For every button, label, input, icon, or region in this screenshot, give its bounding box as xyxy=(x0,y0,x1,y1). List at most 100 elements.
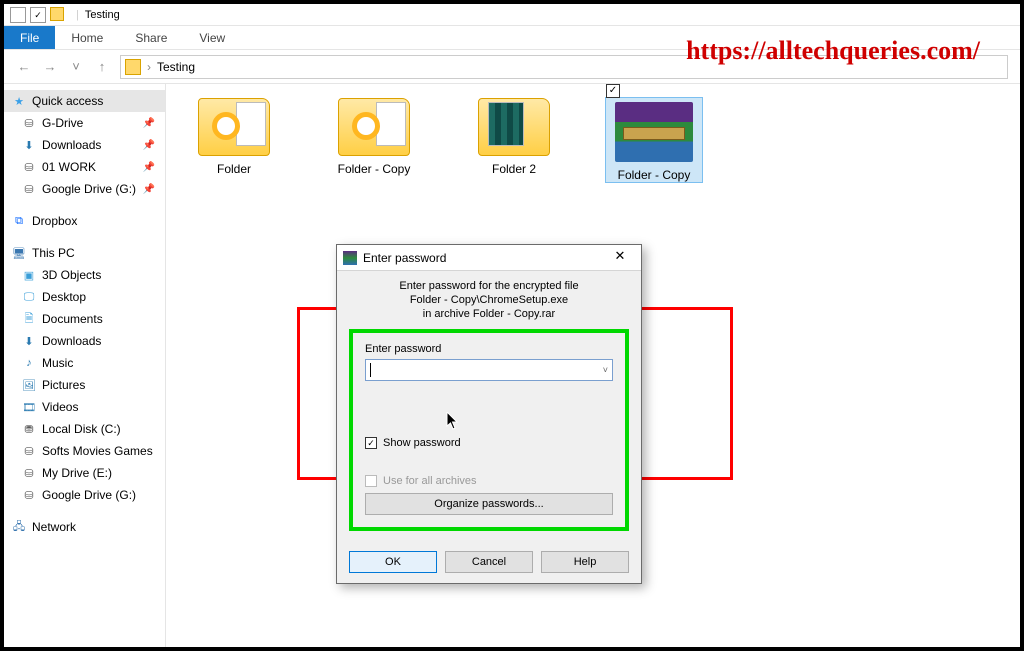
organize-passwords-button[interactable]: Organize passwords... xyxy=(365,493,613,515)
folder-icon xyxy=(338,98,410,156)
sidebar-item-label: My Drive (E:) xyxy=(42,466,112,480)
chevron-right-icon: › xyxy=(147,60,151,74)
sidebar-item-label: Pictures xyxy=(42,378,85,392)
sidebar-item-downloads2[interactable]: ⬇Downloads xyxy=(4,330,165,352)
dropbox-icon: ⧉ xyxy=(12,214,26,228)
msg-line: Folder - Copy\ChromeSetup.exe xyxy=(349,293,629,307)
tab-share[interactable]: Share xyxy=(119,26,183,49)
breadcrumb-item[interactable]: Testing xyxy=(157,60,195,74)
checkbox-label: Show password xyxy=(383,437,461,449)
drive-icon: ⛁ xyxy=(22,160,36,174)
sidebar-item-label: Desktop xyxy=(42,290,86,304)
sidebar-item-gdrive[interactable]: ⛁G-Drive📌 xyxy=(4,112,165,134)
window-titlebar: ✓ | Testing xyxy=(4,4,1020,26)
folder-item[interactable]: Folder 2 xyxy=(466,98,562,182)
chevron-down-icon[interactable]: ˅ xyxy=(603,365,608,375)
download-icon: ⬇ xyxy=(22,138,36,152)
dialog-titlebar[interactable]: Enter password ✕ xyxy=(337,245,641,271)
cancel-button[interactable]: Cancel xyxy=(445,551,533,573)
up-button[interactable]: ↑ xyxy=(94,59,110,75)
sidebar-item-softs[interactable]: ⛁Softs Movies Games xyxy=(4,440,165,462)
password-dialog: Enter password ✕ Enter password for the … xyxy=(336,244,642,584)
sidebar-item-mydrive[interactable]: ⛁ My Drive (E:) xyxy=(4,462,165,484)
tab-view[interactable]: View xyxy=(183,26,241,49)
dialog-title: Enter password xyxy=(363,251,446,265)
msg-line: in archive Folder - Copy.rar xyxy=(349,307,629,321)
sidebar-item-01work[interactable]: ⛁ 01 WORK 📌 xyxy=(4,156,165,178)
music-icon: ♪ xyxy=(22,356,36,370)
file-label: Folder 2 xyxy=(466,162,562,176)
recent-dropdown[interactable]: ˅ xyxy=(68,59,84,75)
cursor-icon xyxy=(446,412,460,430)
qat-button[interactable]: ✓ xyxy=(30,7,46,23)
pin-icon: 📌 xyxy=(143,140,155,151)
password-input[interactable]: ˅ xyxy=(365,359,613,381)
sidebar-item-gdrive2[interactable]: ⛁ Google Drive (G:) xyxy=(4,484,165,506)
folder-item[interactable]: Folder - Copy xyxy=(326,98,422,182)
sidebar-item-label: Google Drive (G:) xyxy=(42,488,136,502)
sidebar-item-pictures[interactable]: 🖼 Pictures xyxy=(4,374,165,396)
tab-home[interactable]: Home xyxy=(55,26,119,49)
desktop-icon: 🖵 xyxy=(22,290,36,304)
file-label: Folder xyxy=(186,162,282,176)
sidebar-item-music[interactable]: ♪ Music xyxy=(4,352,165,374)
sidebar-quick-access[interactable]: ★ Quick access xyxy=(4,90,165,112)
file-label: Folder - Copy xyxy=(326,162,422,176)
sidebar-item-downloads[interactable]: ⬇Downloads📌 xyxy=(4,134,165,156)
picture-icon: 🖼 xyxy=(22,378,36,392)
pc-icon: 🖥 xyxy=(12,246,26,260)
sidebar-item-localdisk[interactable]: ⛃Local Disk (C:) xyxy=(4,418,165,440)
archive-item-selected[interactable]: ✓ Folder - Copy xyxy=(606,98,702,182)
download-icon: ⬇ xyxy=(22,334,36,348)
pin-icon: 📌 xyxy=(143,162,155,173)
checkbox-icon xyxy=(365,475,377,487)
sidebar-item-label: 01 WORK xyxy=(42,160,96,174)
drive-icon: ⛁ xyxy=(22,466,36,480)
watermark-url: https://alltechqueries.com/ xyxy=(686,36,980,66)
sidebar-item-videos[interactable]: 🎞Videos xyxy=(4,396,165,418)
close-button[interactable]: ✕ xyxy=(605,248,635,268)
sidebar-item-googledrive[interactable]: ⛁ Google Drive (G:) 📌 xyxy=(4,178,165,200)
separator: | xyxy=(76,9,79,21)
help-button[interactable]: Help xyxy=(541,551,629,573)
dialog-message: Enter password for the encrypted file Fo… xyxy=(349,279,629,321)
back-button[interactable]: ← xyxy=(16,59,32,75)
use-all-checkbox: Use for all archives xyxy=(365,475,613,487)
drive-icon: ⛁ xyxy=(22,182,36,196)
sidebar-item-label: Documents xyxy=(42,312,103,326)
nav-sidebar: ★ Quick access ⛁G-Drive📌 ⬇Downloads📌 ⛁01… xyxy=(4,84,166,647)
sidebar-thispc[interactable]: 🖥This PC xyxy=(4,242,165,264)
qat-button[interactable] xyxy=(10,7,26,23)
ok-button[interactable]: OK xyxy=(349,551,437,573)
show-password-checkbox[interactable]: ✓ Show password xyxy=(365,437,613,449)
star-icon: ★ xyxy=(12,94,26,108)
sidebar-item-label: 3D Objects xyxy=(42,268,101,282)
sidebar-item-label: Google Drive (G:) xyxy=(42,182,136,196)
sidebar-dropbox[interactable]: ⧉Dropbox xyxy=(4,210,165,232)
quick-access-toolbar: ✓ xyxy=(10,7,70,23)
pin-icon: 📌 xyxy=(143,184,155,195)
sidebar-item-3dobjects[interactable]: ▣ 3D Objects xyxy=(4,264,165,286)
password-label: Enter password xyxy=(365,343,613,355)
sidebar-item-label: Music xyxy=(42,356,73,370)
window-title: Testing xyxy=(85,9,120,21)
drive-icon: ⛁ xyxy=(22,488,36,502)
sidebar-item-label: Quick access xyxy=(32,94,103,108)
checkbox-icon: ✓ xyxy=(365,437,377,449)
cube-icon: ▣ xyxy=(22,268,36,282)
sidebar-item-label: Softs Movies Games xyxy=(42,444,153,458)
tab-file[interactable]: File xyxy=(4,26,55,49)
folder-item[interactable]: Folder xyxy=(186,98,282,182)
forward-button[interactable]: → xyxy=(42,59,58,75)
sidebar-item-documents[interactable]: 🗎Documents xyxy=(4,308,165,330)
sidebar-network[interactable]: 🖧Network xyxy=(4,516,165,538)
network-icon: 🖧 xyxy=(12,520,26,534)
drive-icon: ⛁ xyxy=(22,116,36,130)
folder-icon xyxy=(478,98,550,156)
dialog-actions: OK Cancel Help xyxy=(337,541,641,583)
msg-line: Enter password for the encrypted file xyxy=(349,279,629,293)
pin-icon: 📌 xyxy=(143,118,155,129)
sidebar-item-label: Videos xyxy=(42,400,78,414)
sidebar-item-desktop[interactable]: 🖵 Desktop xyxy=(4,286,165,308)
selection-checkbox[interactable]: ✓ xyxy=(606,84,620,98)
